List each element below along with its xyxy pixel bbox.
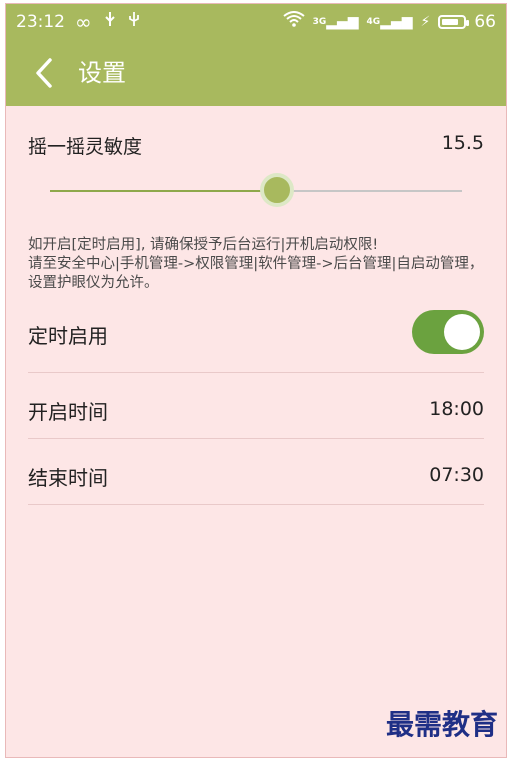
chevron-left-icon [36,58,52,88]
status-right: 3G▂▄▆ 4G▂▄▆ ⚡ 66 [282,4,496,40]
end-time-label: 结束时间 [28,466,108,490]
start-time-label: 开启时间 [28,400,108,424]
divider [28,372,484,373]
end-time-row[interactable]: 结束时间 07:30 [6,440,506,504]
page-title: 设置 [78,59,126,87]
battery-icon [438,15,470,29]
slider-track-fill [50,190,277,192]
schedule-enable-toggle[interactable] [412,310,484,354]
wifi-icon [282,4,305,40]
schedule-enable-label: 定时启用 [28,324,108,348]
usb-icon [102,4,118,40]
status-time: 23:12 [16,12,65,32]
permission-notice: 如开启[定时启用], 请确保授予后台运行|开机启动权限! 请至安全中心|手机管理… [28,237,484,291]
status-bar: 23:12 ∞ 3G▂▄▆ 4G▂▄▆ ⚡ 66 [6,4,506,40]
app-window: 23:12 ∞ 3G▂▄▆ 4G▂▄▆ ⚡ 66 设置 摇一摇灵敏度 15.5 … [5,3,507,758]
signal-3g-label: 3G [312,17,327,27]
signal-4g-label: 4G [366,17,381,27]
divider [28,438,484,439]
signal-4g-icon: 4G▂▄▆ [366,14,413,30]
divider [28,504,484,505]
watermark: 最需教育 [385,708,498,741]
status-left: 23:12 ∞ [16,4,140,40]
battery-level: 66 [474,12,496,32]
slider-thumb[interactable] [259,173,294,207]
end-time-value: 07:30 [429,464,484,486]
toggle-knob [444,314,480,350]
infinity-icon: ∞ [75,10,92,34]
start-time-value: 18:00 [429,398,484,420]
shake-sensitivity-value: 15.5 [441,132,484,154]
signal-3g-icon: 3G▂▄▆ [312,14,359,30]
shake-sensitivity-slider[interactable] [50,173,462,207]
app-bar: 设置 [6,40,506,106]
shake-sensitivity-label: 摇一摇灵敏度 [28,136,143,158]
usb-debug-icon [128,4,140,40]
back-button[interactable] [30,56,60,90]
charging-icon: ⚡ [420,14,431,30]
start-time-row[interactable]: 开启时间 18:00 [6,374,506,438]
